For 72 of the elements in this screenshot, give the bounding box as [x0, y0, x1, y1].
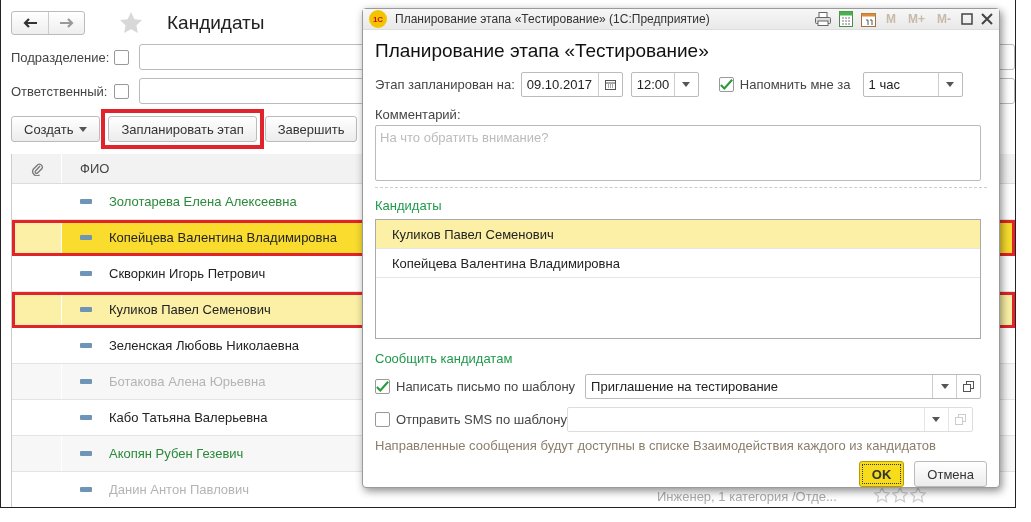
dash-icon: [80, 451, 92, 456]
checkbox-label: Написать письмо по шаблону: [396, 379, 576, 394]
column-header[interactable]: ФИО: [80, 161, 110, 176]
candidate-name: Данин Антон Павлович: [109, 482, 250, 497]
comment-field[interactable]: На что обратить внимание?: [375, 125, 981, 181]
maximize-icon[interactable]: [961, 13, 973, 25]
star-icon: [874, 487, 890, 503]
time-field[interactable]: 12:00: [630, 72, 699, 97]
checkbox[interactable]: [114, 49, 130, 65]
window-title: Планирование этапа «Тестирование» (1С:Предприятие): [395, 12, 711, 26]
toolbar-button[interactable]: Запланировать этап: [108, 116, 257, 142]
dialog-button[interactable]: Отмена: [914, 461, 987, 487]
back-arrow-icon: [23, 18, 37, 28]
dash-icon: [80, 487, 92, 492]
printer-icon[interactable]: [815, 12, 831, 26]
caret-icon: [946, 82, 955, 87]
candidate-name: Ботакова Алена Юрьевна: [109, 374, 266, 389]
app-logo: 1С: [369, 10, 387, 28]
caret-icon: [682, 82, 691, 87]
position-text: Инженер, 1 категория /Отде...: [657, 489, 837, 504]
info-text: Направленные сообщения будут доступны в списке Взаимодействия каждого из кандидатов: [375, 438, 937, 453]
field-label: Этап запланирован на:: [375, 77, 515, 92]
candidate-name: Кабо Татьяна Валерьевна: [109, 410, 268, 425]
dash-icon: [80, 343, 92, 348]
star-icon: [910, 487, 926, 503]
field-label: Комментарий:: [375, 107, 462, 122]
candidate-name: Копейцева Валентина Владимировна: [109, 230, 337, 245]
check-icon: [376, 380, 389, 393]
dash-icon: [80, 415, 92, 420]
remind-select[interactable]: 1 час: [862, 72, 963, 97]
list-item[interactable]: Куликов Павел Семенович: [376, 220, 980, 249]
calculator-icon[interactable]: [839, 11, 853, 27]
dash-icon: [80, 307, 92, 312]
caret-icon: [932, 417, 941, 422]
candidate-name: Куликов Павел Семенович: [109, 302, 271, 317]
check-icon: [719, 78, 733, 91]
candidate-name: Зеленская Любовь Николаевна: [109, 338, 300, 353]
dialog-button[interactable]: OK: [858, 461, 905, 487]
candidate-name: Акопян Рубен Гезевич: [109, 446, 244, 461]
dialog-heading: Планирование этапа «Тестирование»: [375, 40, 710, 62]
filter-label: Ответственный:: [11, 83, 109, 99]
toolbar-button[interactable]: Завершить: [264, 116, 358, 142]
section-label: Сообщить кандидатам: [375, 351, 514, 366]
forward-arrow-icon: [59, 18, 74, 28]
dash-icon: [80, 199, 92, 204]
section-label: Кандидаты: [375, 198, 443, 213]
candidate-name: Золотарева Елена Алексеевна: [109, 194, 297, 209]
checkbox[interactable]: [114, 83, 130, 99]
star-icon[interactable]: [119, 11, 143, 35]
checkbox[interactable]: [375, 412, 390, 427]
candidate-name: Скворкин Игорь Петрович: [109, 266, 266, 281]
toolbar-button[interactable]: Создать: [11, 116, 101, 142]
page-title: Кандидаты: [167, 12, 265, 34]
checkbox[interactable]: [375, 379, 390, 394]
filter-label: Подразделение:: [11, 49, 111, 65]
paperclip-icon: [30, 161, 43, 176]
dash-icon: [80, 271, 92, 276]
checkbox-label: Напомнить мне за: [739, 77, 851, 92]
caret-icon: [940, 384, 949, 389]
open-icon: [954, 414, 966, 425]
checkbox-label: Отправить SMS по шаблону: [396, 412, 567, 427]
star-icon: [892, 487, 908, 503]
template-select[interactable]: Приглашение на тестирование: [585, 374, 982, 399]
close-icon[interactable]: [981, 13, 993, 25]
dash-icon: [80, 235, 92, 240]
dash-icon: [80, 379, 92, 384]
calendar-icon[interactable]: [861, 11, 876, 27]
date-field[interactable]: 09.10.2017: [520, 72, 623, 97]
calendar-icon: [604, 79, 616, 90]
open-icon: [963, 381, 975, 392]
caret-icon: [79, 126, 88, 132]
checkbox[interactable]: [718, 77, 734, 92]
